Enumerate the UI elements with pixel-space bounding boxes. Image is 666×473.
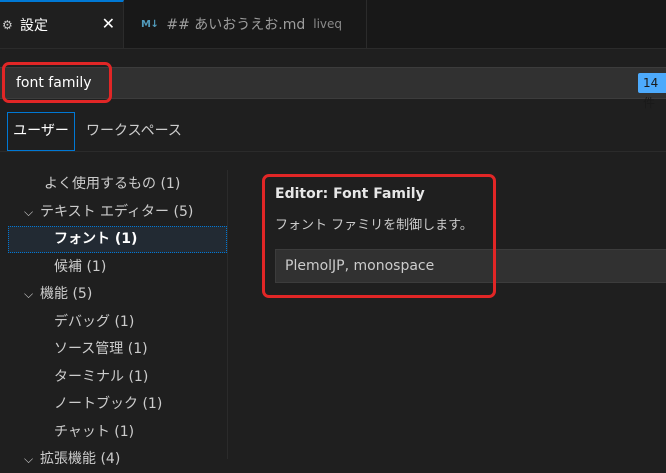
- toc-item-text-editor[interactable]: ⌵ テキスト エディター (5): [24, 199, 193, 226]
- toc-label: チャット (1): [54, 424, 135, 440]
- toc-item-extensions[interactable]: ⌵ 拡張機能 (4): [24, 446, 120, 473]
- close-icon[interactable]: ✕: [102, 14, 115, 34]
- toc-item-terminal[interactable]: ターミナル (1): [54, 364, 148, 391]
- chevron-down-icon: ⌵: [24, 287, 34, 301]
- tab-workspace-scope[interactable]: ワークスペース: [86, 112, 182, 151]
- tab-markdown-file[interactable]: M↓ ## あいおうえお.md liveq: [125, 0, 367, 48]
- tab-settings[interactable]: ⚙ 設定 ✕: [0, 0, 124, 48]
- toc-label: ターミナル (1): [54, 369, 149, 385]
- tab-description: liveq: [313, 17, 343, 31]
- toc-label: 拡張機能 (4): [40, 451, 121, 467]
- toc-item-debug[interactable]: デバッグ (1): [54, 309, 134, 336]
- toc-item-suggestions[interactable]: 候補 (1): [54, 254, 106, 281]
- highlight-box: [2, 62, 112, 103]
- tab-label: ## あいおうえお.md: [166, 17, 306, 33]
- toc-label: よく使用するもの (1): [44, 176, 181, 192]
- toc-item-notebook[interactable]: ノートブック (1): [54, 391, 162, 418]
- editor-tab-bar: ⚙ 設定 ✕ M↓ ## あいおうえお.md liveq: [0, 0, 666, 49]
- toc-label: 機能 (5): [40, 286, 93, 302]
- chevron-down-icon: ⌵: [24, 452, 34, 466]
- result-count-badge: 14 件: [638, 73, 666, 110]
- tab-user-scope[interactable]: ユーザー: [7, 112, 75, 151]
- toc-item-commonly-used[interactable]: よく使用するもの (1): [44, 171, 180, 198]
- toc-label: ノートブック (1): [54, 396, 163, 412]
- scope-divider: [0, 151, 666, 152]
- chevron-down-icon: ⌵: [24, 205, 34, 219]
- toc-label: デバッグ (1): [54, 314, 135, 330]
- toc-label: テキスト エディター (5): [40, 204, 194, 220]
- pane-divider: [227, 170, 228, 459]
- toc-label: フォント (1): [54, 231, 138, 247]
- toc-item-features[interactable]: ⌵ 機能 (5): [24, 281, 92, 308]
- toc-label: ソース管理 (1): [54, 341, 148, 357]
- toc-label: 候補 (1): [54, 259, 107, 275]
- toc-item-font[interactable]: フォント (1): [54, 226, 137, 253]
- tab-label: 設定: [20, 18, 48, 34]
- toc-item-chat[interactable]: チャット (1): [54, 419, 134, 446]
- settings-icon: ⚙: [2, 18, 13, 32]
- highlight-box: [262, 174, 496, 298]
- toc-item-source-control[interactable]: ソース管理 (1): [54, 336, 148, 363]
- markdown-icon: M↓: [141, 18, 159, 30]
